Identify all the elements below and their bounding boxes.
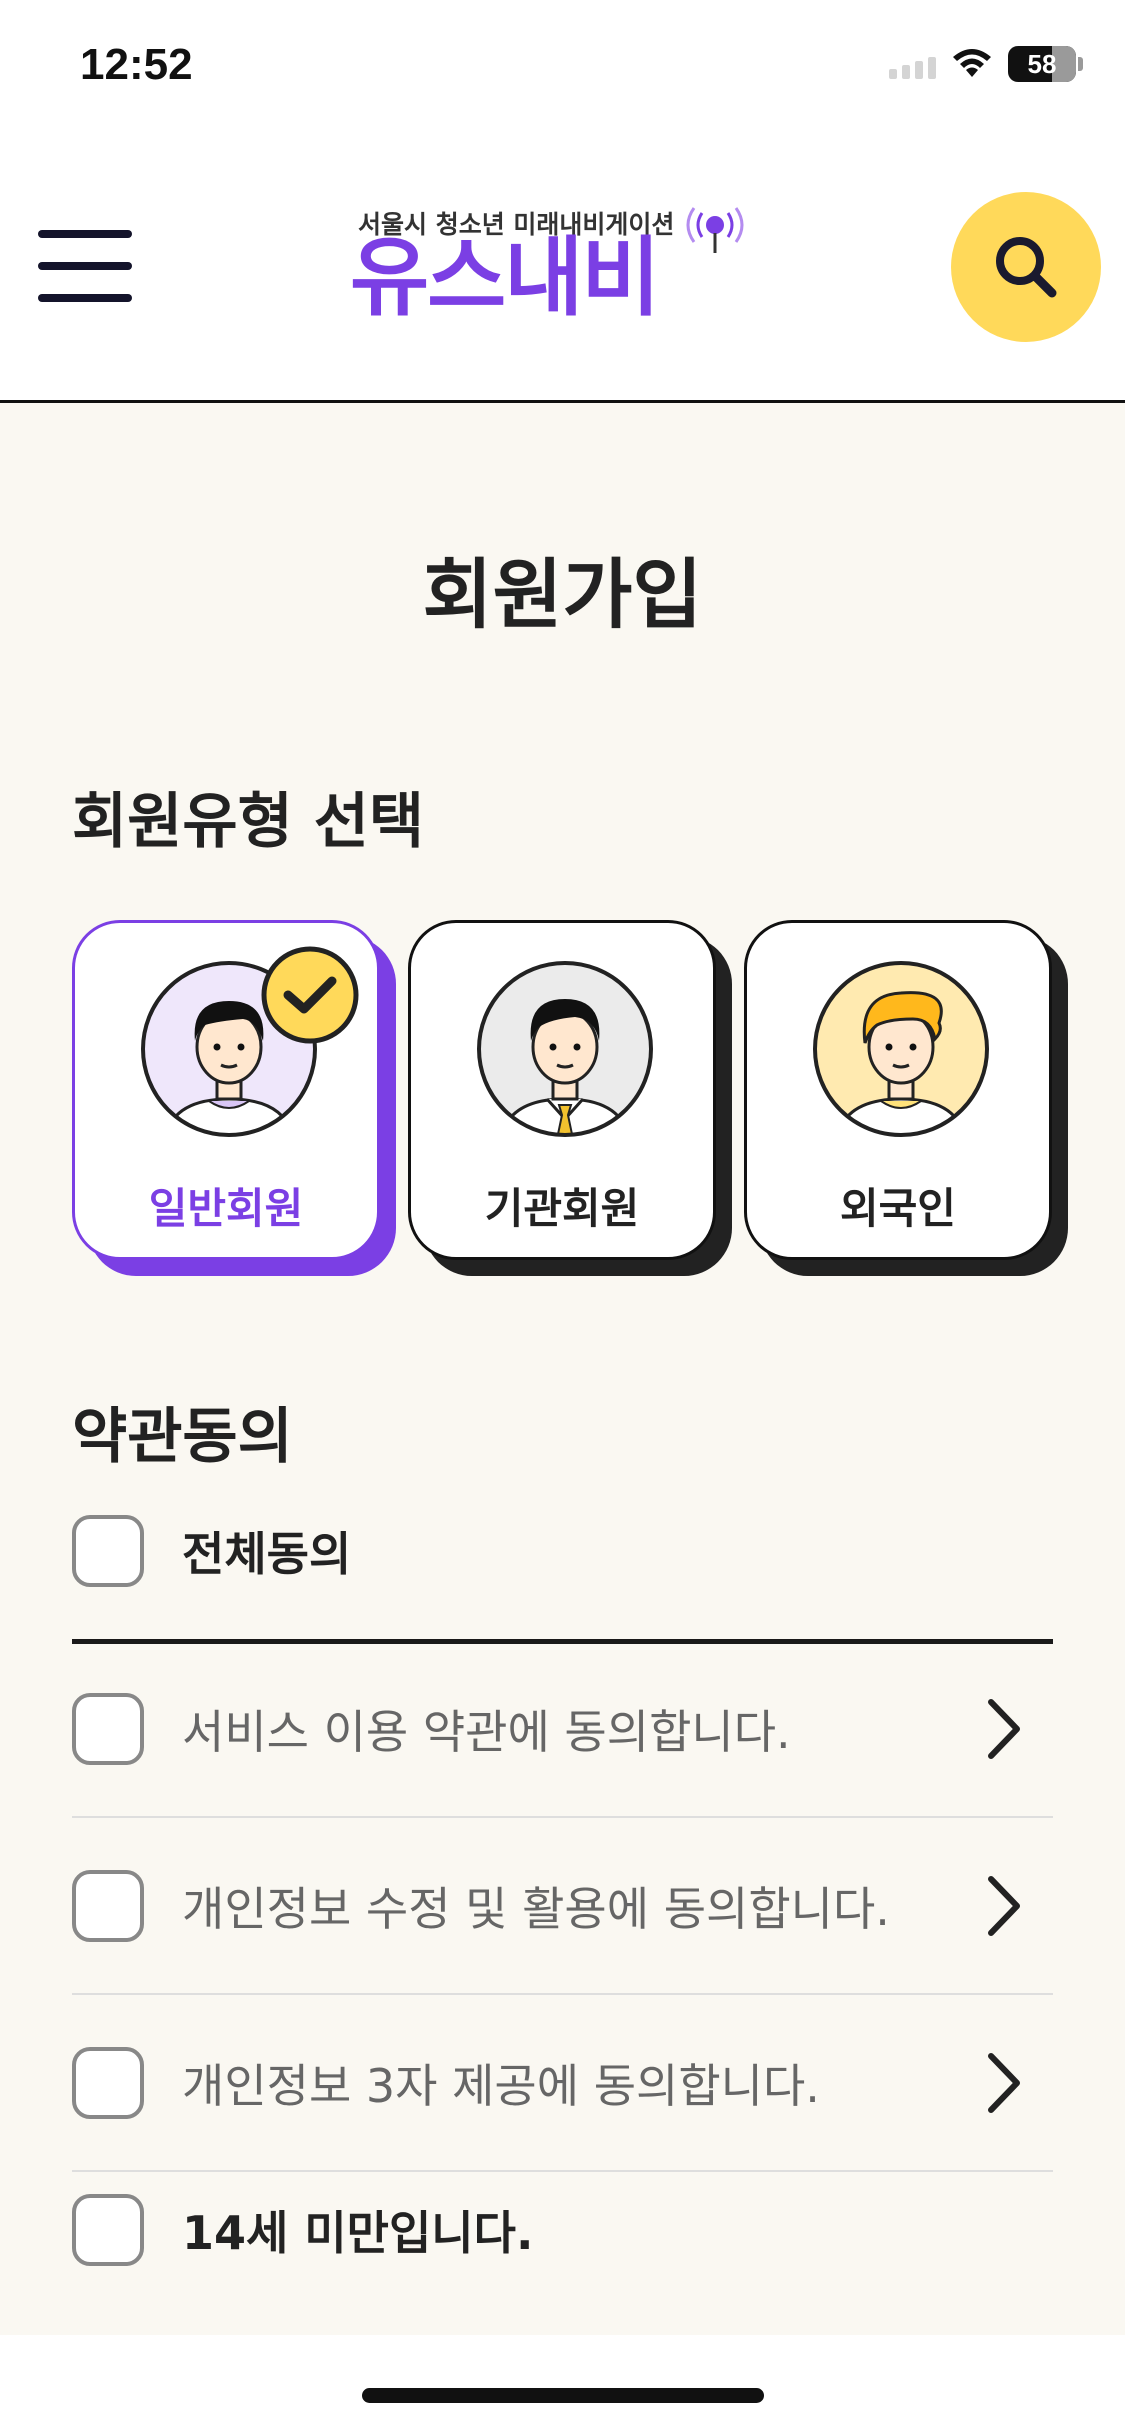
member-type-institution-card[interactable]: 기관회원 xyxy=(408,920,716,1260)
terms-under-14-label: 14세 미만입니다. xyxy=(182,2206,534,2260)
app-logo[interactable]: 서울시 청소년 미래내비게이션 유스내비 xyxy=(350,205,750,335)
foreigner-member-avatar-icon xyxy=(813,961,989,1137)
signup-form: 회원가입 회원유형 선택 일반회원 기관회원 외국인 약관동의 전체동의 서비스… xyxy=(0,403,1125,2335)
status-bar: 12:52 58 xyxy=(0,0,1125,135)
battery-level: 58 xyxy=(1027,48,1057,79)
battery-tip xyxy=(1078,57,1083,71)
page-title: 회원가입 xyxy=(422,550,703,639)
agree-all-checkbox[interactable] xyxy=(72,1515,144,1587)
member-type-foreigner-card[interactable]: 외국인 xyxy=(744,920,1052,1260)
selected-check-icon xyxy=(261,946,359,1044)
agree-all-row[interactable]: 전체동의 xyxy=(72,1463,1053,1639)
logo-title: 유스내비 xyxy=(350,228,660,328)
broadcast-icon xyxy=(686,207,744,253)
terms-third-party-checkbox[interactable] xyxy=(72,2047,144,2119)
terms-under-14-checkbox[interactable] xyxy=(72,2194,144,2266)
chevron-right-icon[interactable] xyxy=(973,1871,1033,1941)
member-type-general-label: 일반회원 xyxy=(148,1184,304,1233)
member-type-institution-label: 기관회원 xyxy=(484,1184,640,1233)
terms-item-service[interactable]: 서비스 이용 약관에 동의합니다. xyxy=(72,1642,1053,1818)
status-indicators: 58 xyxy=(889,46,1083,82)
search-button[interactable] xyxy=(951,192,1101,342)
terms-item-third-party[interactable]: 개인정보 3자 제공에 동의합니다. xyxy=(72,1996,1053,2172)
member-type-general-card[interactable]: 일반회원 xyxy=(72,920,380,1260)
chevron-right-icon[interactable] xyxy=(973,2048,1033,2118)
battery-icon: 58 xyxy=(1008,46,1076,82)
status-time: 12:52 xyxy=(80,40,193,89)
app-header: 서울시 청소년 미래내비게이션 유스내비 xyxy=(0,135,1125,403)
terms-service-checkbox[interactable] xyxy=(72,1693,144,1765)
wifi-icon xyxy=(953,49,991,77)
terms-third-party-label: 개인정보 3자 제공에 동의합니다. xyxy=(182,2059,820,2113)
terms-item-privacy-use[interactable]: 개인정보 수정 및 활용에 동의합니다. xyxy=(72,1819,1053,1995)
terms-privacy-use-label: 개인정보 수정 및 활용에 동의합니다. xyxy=(182,1882,890,1936)
terms-service-label: 서비스 이용 약관에 동의합니다. xyxy=(182,1705,791,1759)
cellular-signal-icon xyxy=(889,49,936,79)
home-indicator-area xyxy=(0,2335,1125,2436)
member-type-heading: 회원유형 선택 xyxy=(72,787,425,857)
search-icon xyxy=(996,237,1057,298)
chevron-right-icon[interactable] xyxy=(973,1694,1033,1764)
hamburger-menu-button[interactable] xyxy=(38,230,132,302)
terms-item-under-14[interactable]: 14세 미만입니다. xyxy=(72,2155,1053,2305)
terms-privacy-use-checkbox[interactable] xyxy=(72,1870,144,1942)
member-type-foreigner-label: 외국인 xyxy=(840,1184,956,1233)
terms-heading: 약관동의 xyxy=(72,1402,293,1472)
institution-member-avatar-icon xyxy=(477,961,653,1137)
home-indicator[interactable] xyxy=(362,2388,764,2403)
agree-all-label: 전체동의 xyxy=(182,1527,352,1581)
